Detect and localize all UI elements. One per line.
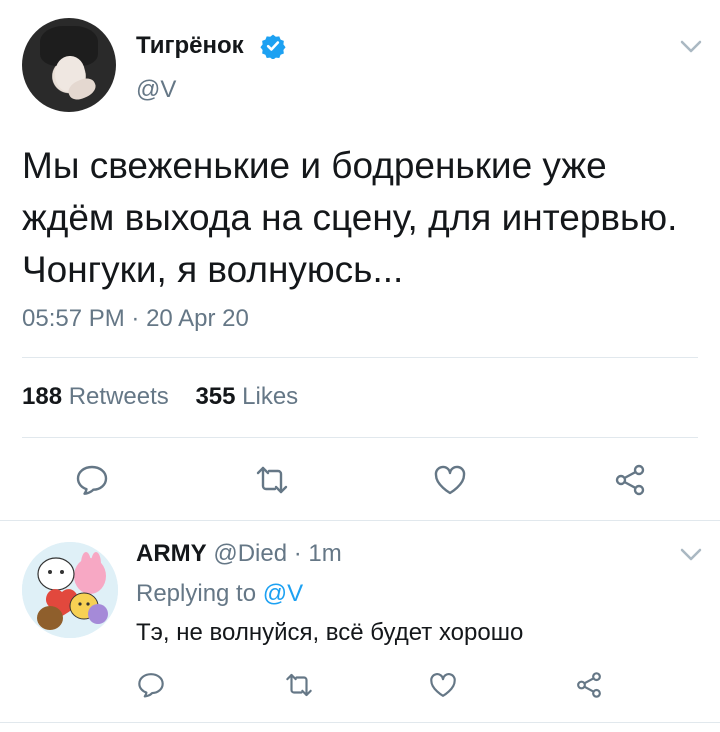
- tweet-timestamp[interactable]: 05:57 PM · 20 Apr 20: [22, 305, 249, 333]
- divider: [0, 520, 720, 521]
- bt21-characters-icon: [22, 542, 118, 638]
- likes-count: 355: [195, 383, 236, 410]
- reply-author-name[interactable]: ARMY: [136, 540, 207, 567]
- divider: [22, 357, 698, 358]
- reply-text: Тэ, не волнуйся, всё будет хорошо: [136, 619, 524, 646]
- like-icon[interactable]: [428, 670, 458, 700]
- share-icon[interactable]: [574, 670, 604, 700]
- likes-label: Likes: [242, 383, 299, 410]
- reply-author-avatar[interactable]: [22, 542, 118, 638]
- reply-header: ARMY @Died · 1m: [136, 540, 342, 568]
- meta-separator: ·: [131, 305, 140, 332]
- meta-separator: ·: [293, 540, 302, 567]
- tweet-text: Мы свеженькие и бодренькие уже ждём выхо…: [22, 145, 678, 290]
- chevron-down-icon[interactable]: [680, 548, 702, 562]
- chevron-down-icon[interactable]: [680, 40, 702, 54]
- retweets-stat[interactable]: 188 Retweets: [22, 383, 169, 410]
- verified-badge-icon: [260, 33, 286, 60]
- likes-stat[interactable]: 355 Likes: [195, 383, 298, 410]
- retweets-label: Retweets: [68, 383, 169, 410]
- reply-icon[interactable]: [136, 670, 166, 700]
- replying-prefix: Replying to: [136, 580, 257, 607]
- retweets-count: 188: [22, 383, 63, 410]
- replying-to: Replying to @V: [136, 580, 303, 608]
- divider: [22, 437, 698, 438]
- author-handle[interactable]: @V: [136, 76, 176, 104]
- retweet-icon[interactable]: [284, 670, 314, 700]
- retweet-icon[interactable]: [254, 462, 290, 498]
- reply-icon[interactable]: [74, 462, 110, 498]
- reply-author-handle[interactable]: @Died: [213, 540, 287, 567]
- share-icon[interactable]: [612, 462, 648, 498]
- replying-to-link[interactable]: @V: [263, 580, 303, 607]
- tweet-date: 20 Apr 20: [146, 305, 249, 332]
- author-avatar[interactable]: [22, 18, 116, 112]
- like-icon[interactable]: [432, 462, 468, 498]
- divider: [0, 722, 720, 723]
- tweet-stats: 188 Retweets 355 Likes: [22, 383, 298, 411]
- reply-time[interactable]: 1m: [308, 540, 341, 567]
- tweet-time: 05:57 PM: [22, 305, 125, 332]
- author-name[interactable]: Тигрёнок: [136, 32, 244, 60]
